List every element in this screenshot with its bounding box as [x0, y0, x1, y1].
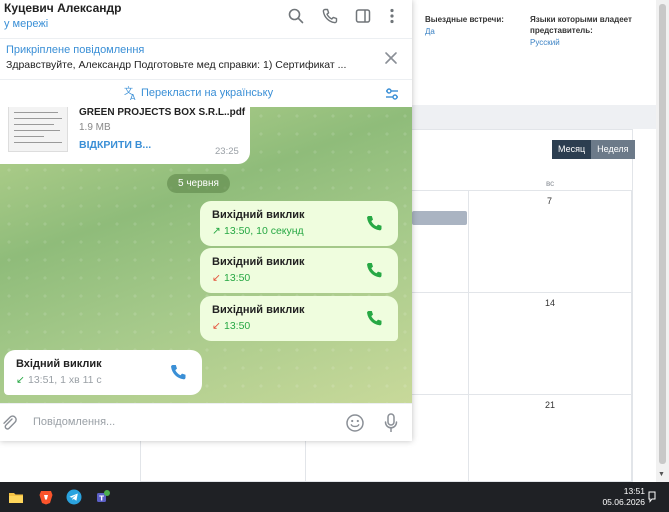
- file-name: GREEN PROJECTS BOX S.R.L..pdf: [79, 107, 246, 118]
- field-label: Языки которыми владеет представитель:: [530, 15, 632, 35]
- emoji-icon[interactable]: [345, 413, 365, 433]
- calendar-event[interactable]: [412, 211, 467, 225]
- phone-icon[interactable]: [321, 7, 339, 25]
- call-info: ↙ 13:50: [212, 272, 250, 284]
- call-title: Вихідний виклик: [212, 256, 305, 268]
- phone-call-icon[interactable]: [364, 260, 384, 280]
- calendar-column-line: [468, 190, 469, 482]
- phone-call-icon[interactable]: [168, 362, 188, 382]
- translate-bar: 文 A Перекласти на українську: [0, 80, 412, 107]
- phone-call-icon[interactable]: [364, 308, 384, 328]
- call-title: Вихідний виклик: [212, 304, 305, 316]
- translate-button[interactable]: Перекласти на українську: [141, 87, 273, 99]
- teams-icon[interactable]: T: [95, 489, 111, 505]
- call-title: Вхідний виклик: [16, 358, 102, 370]
- search-icon[interactable]: [287, 7, 305, 25]
- field-languages: Языки которыми владеет представитель: Ру…: [530, 14, 640, 48]
- calendar-date[interactable]: 7: [547, 196, 552, 206]
- system-clock[interactable]: 13:51 05.06.2026: [595, 486, 645, 508]
- week-view-button[interactable]: Неделя: [591, 140, 635, 159]
- message-input[interactable]: Повідомлення...: [33, 416, 115, 428]
- file-size: 1.9 MB: [79, 122, 111, 133]
- calendar-day-header: вс: [546, 179, 555, 188]
- svg-text:T: T: [99, 494, 104, 502]
- call-details: 13:50: [224, 272, 251, 284]
- representative-info-card: Выездные встречи: Да Языки которыми влад…: [412, 0, 669, 105]
- call-incoming-arrow-icon: ↙: [16, 374, 25, 386]
- call-info: ↙ 13:51, 1 хв 11 с: [16, 374, 102, 386]
- taskbar: T 13:51 05.06.2026: [0, 482, 669, 512]
- call-missed-arrow-icon: ↙: [212, 320, 221, 332]
- sidebar-toggle-icon[interactable]: [354, 7, 372, 25]
- call-info: ↗ 13:50, 10 секунд: [212, 225, 304, 237]
- scroll-down-arrow-icon[interactable]: ▼: [658, 471, 665, 478]
- phone-call-icon[interactable]: [364, 213, 384, 233]
- file-explorer-icon[interactable]: [8, 489, 24, 505]
- message-time: 23:25: [215, 146, 239, 157]
- outgoing-call-message[interactable]: Вихідний виклик ↙ 13:50: [200, 248, 398, 293]
- field-field-visits: Выездные встречи: Да: [425, 14, 504, 37]
- file-thumbnail[interactable]: [8, 107, 68, 152]
- calendar-row-line: [412, 190, 632, 191]
- incoming-call-message[interactable]: Вхідний виклик ↙ 13:51, 1 хв 11 с: [4, 350, 202, 395]
- svg-text:A: A: [130, 93, 136, 101]
- translate-icon[interactable]: 文 A: [124, 85, 138, 101]
- call-missed-arrow-icon: ↙: [212, 272, 221, 284]
- outgoing-call-message[interactable]: Вихідний виклик ↗ 13:50, 10 секунд: [200, 201, 398, 246]
- clock-date: 05.06.2026: [602, 497, 645, 507]
- field-value: Да: [425, 27, 435, 36]
- calendar-row-line: [412, 394, 632, 395]
- open-with-button[interactable]: ВІДКРИТИ В...: [79, 139, 151, 151]
- outgoing-call-message[interactable]: Вихідний виклик ↙ 13:50: [200, 296, 398, 341]
- call-details: 13:51, 1 хв 11 с: [28, 374, 102, 386]
- notification-icon[interactable]: [647, 491, 657, 503]
- translate-settings-icon[interactable]: [384, 86, 400, 102]
- brave-browser-icon[interactable]: [38, 489, 54, 505]
- call-title: Вихідний виклик: [212, 209, 305, 221]
- call-details: 13:50, 10 секунд: [224, 225, 304, 237]
- chat-messages-area[interactable]: GREEN PROJECTS BOX S.R.L..pdf 1.9 MB ВІД…: [0, 107, 412, 403]
- microphone-icon[interactable]: [383, 412, 399, 434]
- field-value: Русский: [530, 38, 560, 47]
- calendar-column-line: [631, 190, 632, 482]
- pinned-message-title: Прикріплене повідомлення: [6, 44, 145, 56]
- more-options-icon[interactable]: [383, 7, 401, 25]
- calendar-column-line: [305, 441, 306, 482]
- telegram-icon[interactable]: [66, 489, 82, 505]
- file-message[interactable]: GREEN PROJECTS BOX S.R.L..pdf 1.9 MB ВІД…: [0, 107, 250, 164]
- month-view-button[interactable]: Месяц: [552, 140, 592, 159]
- clock-time: 13:51: [623, 486, 645, 496]
- calendar-date[interactable]: 14: [545, 298, 555, 308]
- scrollbar-thumb[interactable]: [659, 4, 666, 464]
- telegram-chat-window: Куцевич Александр у мережі Прикріплене п…: [0, 0, 412, 441]
- pinned-message-text: Здравствуйте, Александр Подготовьте мед …: [6, 59, 347, 71]
- message-composer: Повідомлення...: [0, 403, 412, 441]
- calendar-view-toggle: Месяц Неделя: [552, 140, 635, 159]
- call-info: ↙ 13:50: [212, 320, 250, 332]
- call-outgoing-arrow-icon: ↗: [212, 225, 221, 237]
- calendar-date[interactable]: 21: [545, 400, 555, 410]
- contact-status: у мережі: [4, 18, 49, 30]
- close-icon[interactable]: [384, 51, 398, 65]
- contact-name[interactable]: Куцевич Александр: [4, 1, 121, 15]
- attach-paperclip-icon[interactable]: [0, 414, 18, 432]
- date-separator: 5 червня: [167, 174, 230, 193]
- calendar-row-line: [412, 292, 632, 293]
- pinned-message-bar[interactable]: Прикріплене повідомлення Здравствуйте, А…: [0, 38, 412, 80]
- call-details: 13:50: [224, 320, 251, 332]
- field-label: Выездные встречи:: [425, 15, 504, 24]
- page-scrollbar[interactable]: [656, 0, 669, 482]
- chat-header[interactable]: Куцевич Александр у мережі: [0, 0, 412, 38]
